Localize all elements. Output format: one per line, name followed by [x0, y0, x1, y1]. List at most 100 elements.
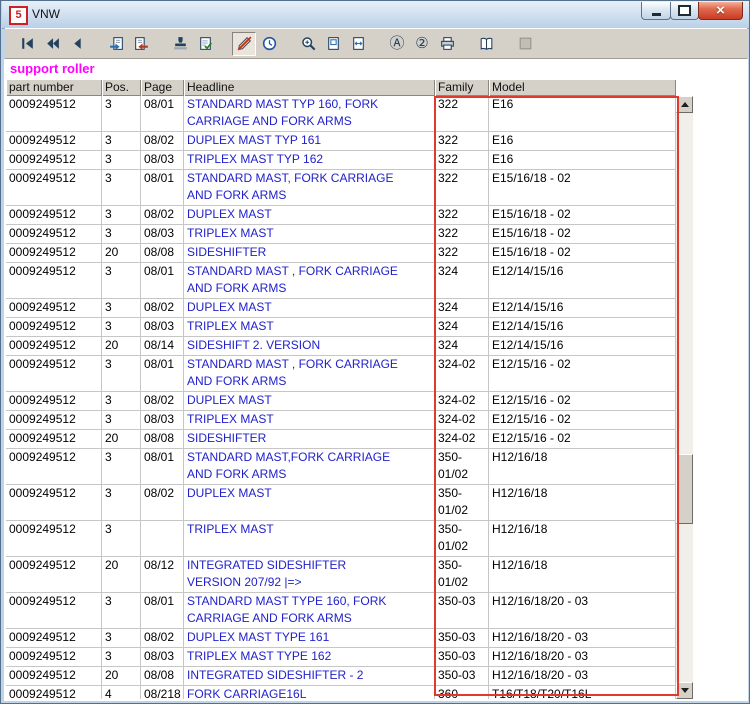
table-row[interactable]: 00092495123TRIPLEX MAST350- 01/02H12/16/… — [6, 521, 676, 557]
cell-pos: 3 — [102, 151, 141, 170]
nav-first-button[interactable] — [15, 32, 39, 56]
cell-headline[interactable]: INTEGRATED SIDESHIFTER VERSION 207/92 |=… — [184, 557, 435, 593]
cell-model: H12/16/18 — [489, 557, 676, 593]
table-row[interactable]: 00092495122008/08INTEGRATED SIDESHIFTER … — [6, 667, 676, 686]
cell-headline[interactable]: STANDARD MAST , FORK CARRIAGE AND FORK A… — [184, 356, 435, 392]
cell-family: 350-03 — [435, 629, 489, 648]
table-row[interactable]: 00092495122008/08SIDESHIFTER324-02E12/15… — [6, 430, 676, 449]
cell-headline[interactable]: TRIPLEX MAST — [184, 521, 435, 557]
cell-headline[interactable]: STANDARD MAST TYP 160, FORK CARRIAGE AND… — [184, 96, 435, 132]
table-row[interactable]: 0009249512308/03TRIPLEX MAST TYP 162322E… — [6, 151, 676, 170]
vertical-scrollbar[interactable] — [676, 96, 693, 699]
checklist-button[interactable] — [193, 32, 217, 56]
toolbar-group — [104, 32, 154, 56]
cell-headline[interactable]: STANDARD MAST TYPE 160, FORK CARRIAGE AN… — [184, 593, 435, 629]
table-row[interactable]: 0009249512308/01STANDARD MAST , FORK CAR… — [6, 356, 676, 392]
app-icon: 5 — [9, 6, 28, 25]
table-row[interactable]: 0009249512308/01STANDARD MAST , FORK CAR… — [6, 263, 676, 299]
cell-headline[interactable]: DUPLEX MAST — [184, 299, 435, 318]
cell-page: 08/03 — [141, 151, 184, 170]
cell-pos: 3 — [102, 629, 141, 648]
cell-part: 0009249512 — [6, 411, 102, 430]
cell-headline[interactable]: DUPLEX MAST TYPE 161 — [184, 629, 435, 648]
doc-prev-button[interactable] — [129, 32, 153, 56]
cell-headline[interactable]: DUPLEX MAST — [184, 206, 435, 225]
table-row[interactable]: 0009249512308/02DUPLEX MAST TYP 161322E1… — [6, 132, 676, 151]
doc-next-button[interactable] — [104, 32, 128, 56]
stamp-button[interactable] — [168, 32, 192, 56]
cell-model: E12/14/15/16 — [489, 318, 676, 337]
cell-page: 08/01 — [141, 449, 184, 485]
column-header-pos[interactable]: Pos. — [102, 79, 141, 96]
zoom-button[interactable] — [296, 32, 320, 56]
table-row[interactable]: 0009249512308/02DUPLEX MAST324E12/14/15/… — [6, 299, 676, 318]
table-row[interactable]: 0009249512308/03TRIPLEX MAST324E12/14/15… — [6, 318, 676, 337]
table-row[interactable]: 0009249512308/03TRIPLEX MAST322E15/16/18… — [6, 225, 676, 244]
cell-headline[interactable]: SIDESHIFTER — [184, 430, 435, 449]
cell-headline[interactable]: STANDARD MAST,FORK CARRIAGE AND FORK ARM… — [184, 449, 435, 485]
table-row[interactable]: 0009249512308/01STANDARD MAST TYP 160, F… — [6, 96, 676, 132]
table-row[interactable]: 0009249512308/02DUPLEX MAST324-02E12/15/… — [6, 392, 676, 411]
book-icon — [478, 35, 495, 52]
nav-rewind-button[interactable] — [40, 32, 64, 56]
cell-headline[interactable]: TRIPLEX MAST — [184, 318, 435, 337]
cell-family: 324-02 — [435, 392, 489, 411]
cell-page: 08/03 — [141, 411, 184, 430]
circle-a-button[interactable]: Ⓐ — [385, 32, 409, 56]
print-button[interactable] — [435, 32, 459, 56]
cell-headline[interactable]: TRIPLEX MAST TYP 162 — [184, 151, 435, 170]
table-row[interactable]: 00092495122008/12INTEGRATED SIDESHIFTER … — [6, 557, 676, 593]
cell-headline[interactable]: SIDESHIFT 2. VERSION — [184, 337, 435, 356]
cell-family: 360 — [435, 686, 489, 699]
column-header-headline[interactable]: Headline — [184, 79, 435, 96]
table-row[interactable]: 0009249512308/02DUPLEX MAST350- 01/02H12… — [6, 485, 676, 521]
column-header-part[interactable]: part number — [6, 79, 102, 96]
cell-headline[interactable]: DUPLEX MAST TYP 161 — [184, 132, 435, 151]
cell-model: E12/15/16 - 02 — [489, 411, 676, 430]
page-preview-button[interactable] — [321, 32, 345, 56]
cell-page: 08/01 — [141, 593, 184, 629]
table-row[interactable]: 0009249512308/01STANDARD MAST,FORK CARRI… — [6, 449, 676, 485]
table-row[interactable]: 0009249512308/03TRIPLEX MAST TYPE 162350… — [6, 648, 676, 667]
table-row[interactable]: 0009249512308/01STANDARD MAST TYPE 160, … — [6, 593, 676, 629]
toolbar-group — [232, 32, 282, 56]
table-row[interactable]: 0009249512408/218FORK CARRIAGE16L360T16/… — [6, 686, 676, 699]
column-header-family[interactable]: Family — [435, 79, 489, 96]
cell-headline[interactable]: TRIPLEX MAST — [184, 411, 435, 430]
cell-headline[interactable]: SIDESHIFTER — [184, 244, 435, 263]
table-row[interactable]: 00092495122008/14SIDESHIFT 2. VERSION324… — [6, 337, 676, 356]
page-fit-button[interactable] — [346, 32, 370, 56]
cell-headline[interactable]: DUPLEX MAST — [184, 485, 435, 521]
blank-button[interactable] — [513, 32, 537, 56]
arrow-up-icon — [681, 102, 689, 107]
column-header-model[interactable]: Model — [489, 79, 676, 96]
annotate-off-button[interactable] — [232, 32, 256, 56]
book-button[interactable] — [474, 32, 498, 56]
table-row[interactable]: 0009249512308/03TRIPLEX MAST324-02E12/15… — [6, 411, 676, 430]
titlebar[interactable]: 5 VNW × — [2, 1, 750, 29]
cell-pos: 3 — [102, 299, 141, 318]
nav-prev-button[interactable] — [65, 32, 89, 56]
close-button[interactable]: × — [698, 2, 743, 20]
circle-2-button[interactable]: ② — [410, 32, 434, 56]
nav-first-icon — [19, 35, 36, 52]
cell-headline[interactable]: DUPLEX MAST — [184, 392, 435, 411]
cell-headline[interactable]: STANDARD MAST , FORK CARRIAGE AND FORK A… — [184, 263, 435, 299]
scroll-up-button[interactable] — [676, 96, 693, 113]
scroll-down-button[interactable] — [676, 682, 693, 699]
table-row[interactable]: 00092495122008/08SIDESHIFTER322E15/16/18… — [6, 244, 676, 263]
maximize-button[interactable] — [670, 2, 699, 20]
table-row[interactable]: 0009249512308/02DUPLEX MAST322E15/16/18 … — [6, 206, 676, 225]
cell-model: E12/14/15/16 — [489, 337, 676, 356]
column-header-page[interactable]: Page — [141, 79, 184, 96]
table-row[interactable]: 0009249512308/01STANDARD MAST, FORK CARR… — [6, 170, 676, 206]
minimize-button[interactable] — [641, 2, 671, 20]
cell-headline[interactable]: STANDARD MAST, FORK CARRIAGE AND FORK AR… — [184, 170, 435, 206]
cell-headline[interactable]: FORK CARRIAGE16L — [184, 686, 435, 699]
table-row[interactable]: 0009249512308/02DUPLEX MAST TYPE 161350-… — [6, 629, 676, 648]
history-clock-button[interactable] — [257, 32, 281, 56]
cell-headline[interactable]: TRIPLEX MAST — [184, 225, 435, 244]
scroll-thumb[interactable] — [676, 454, 693, 524]
cell-headline[interactable]: TRIPLEX MAST TYPE 162 — [184, 648, 435, 667]
cell-headline[interactable]: INTEGRATED SIDESHIFTER - 2 — [184, 667, 435, 686]
